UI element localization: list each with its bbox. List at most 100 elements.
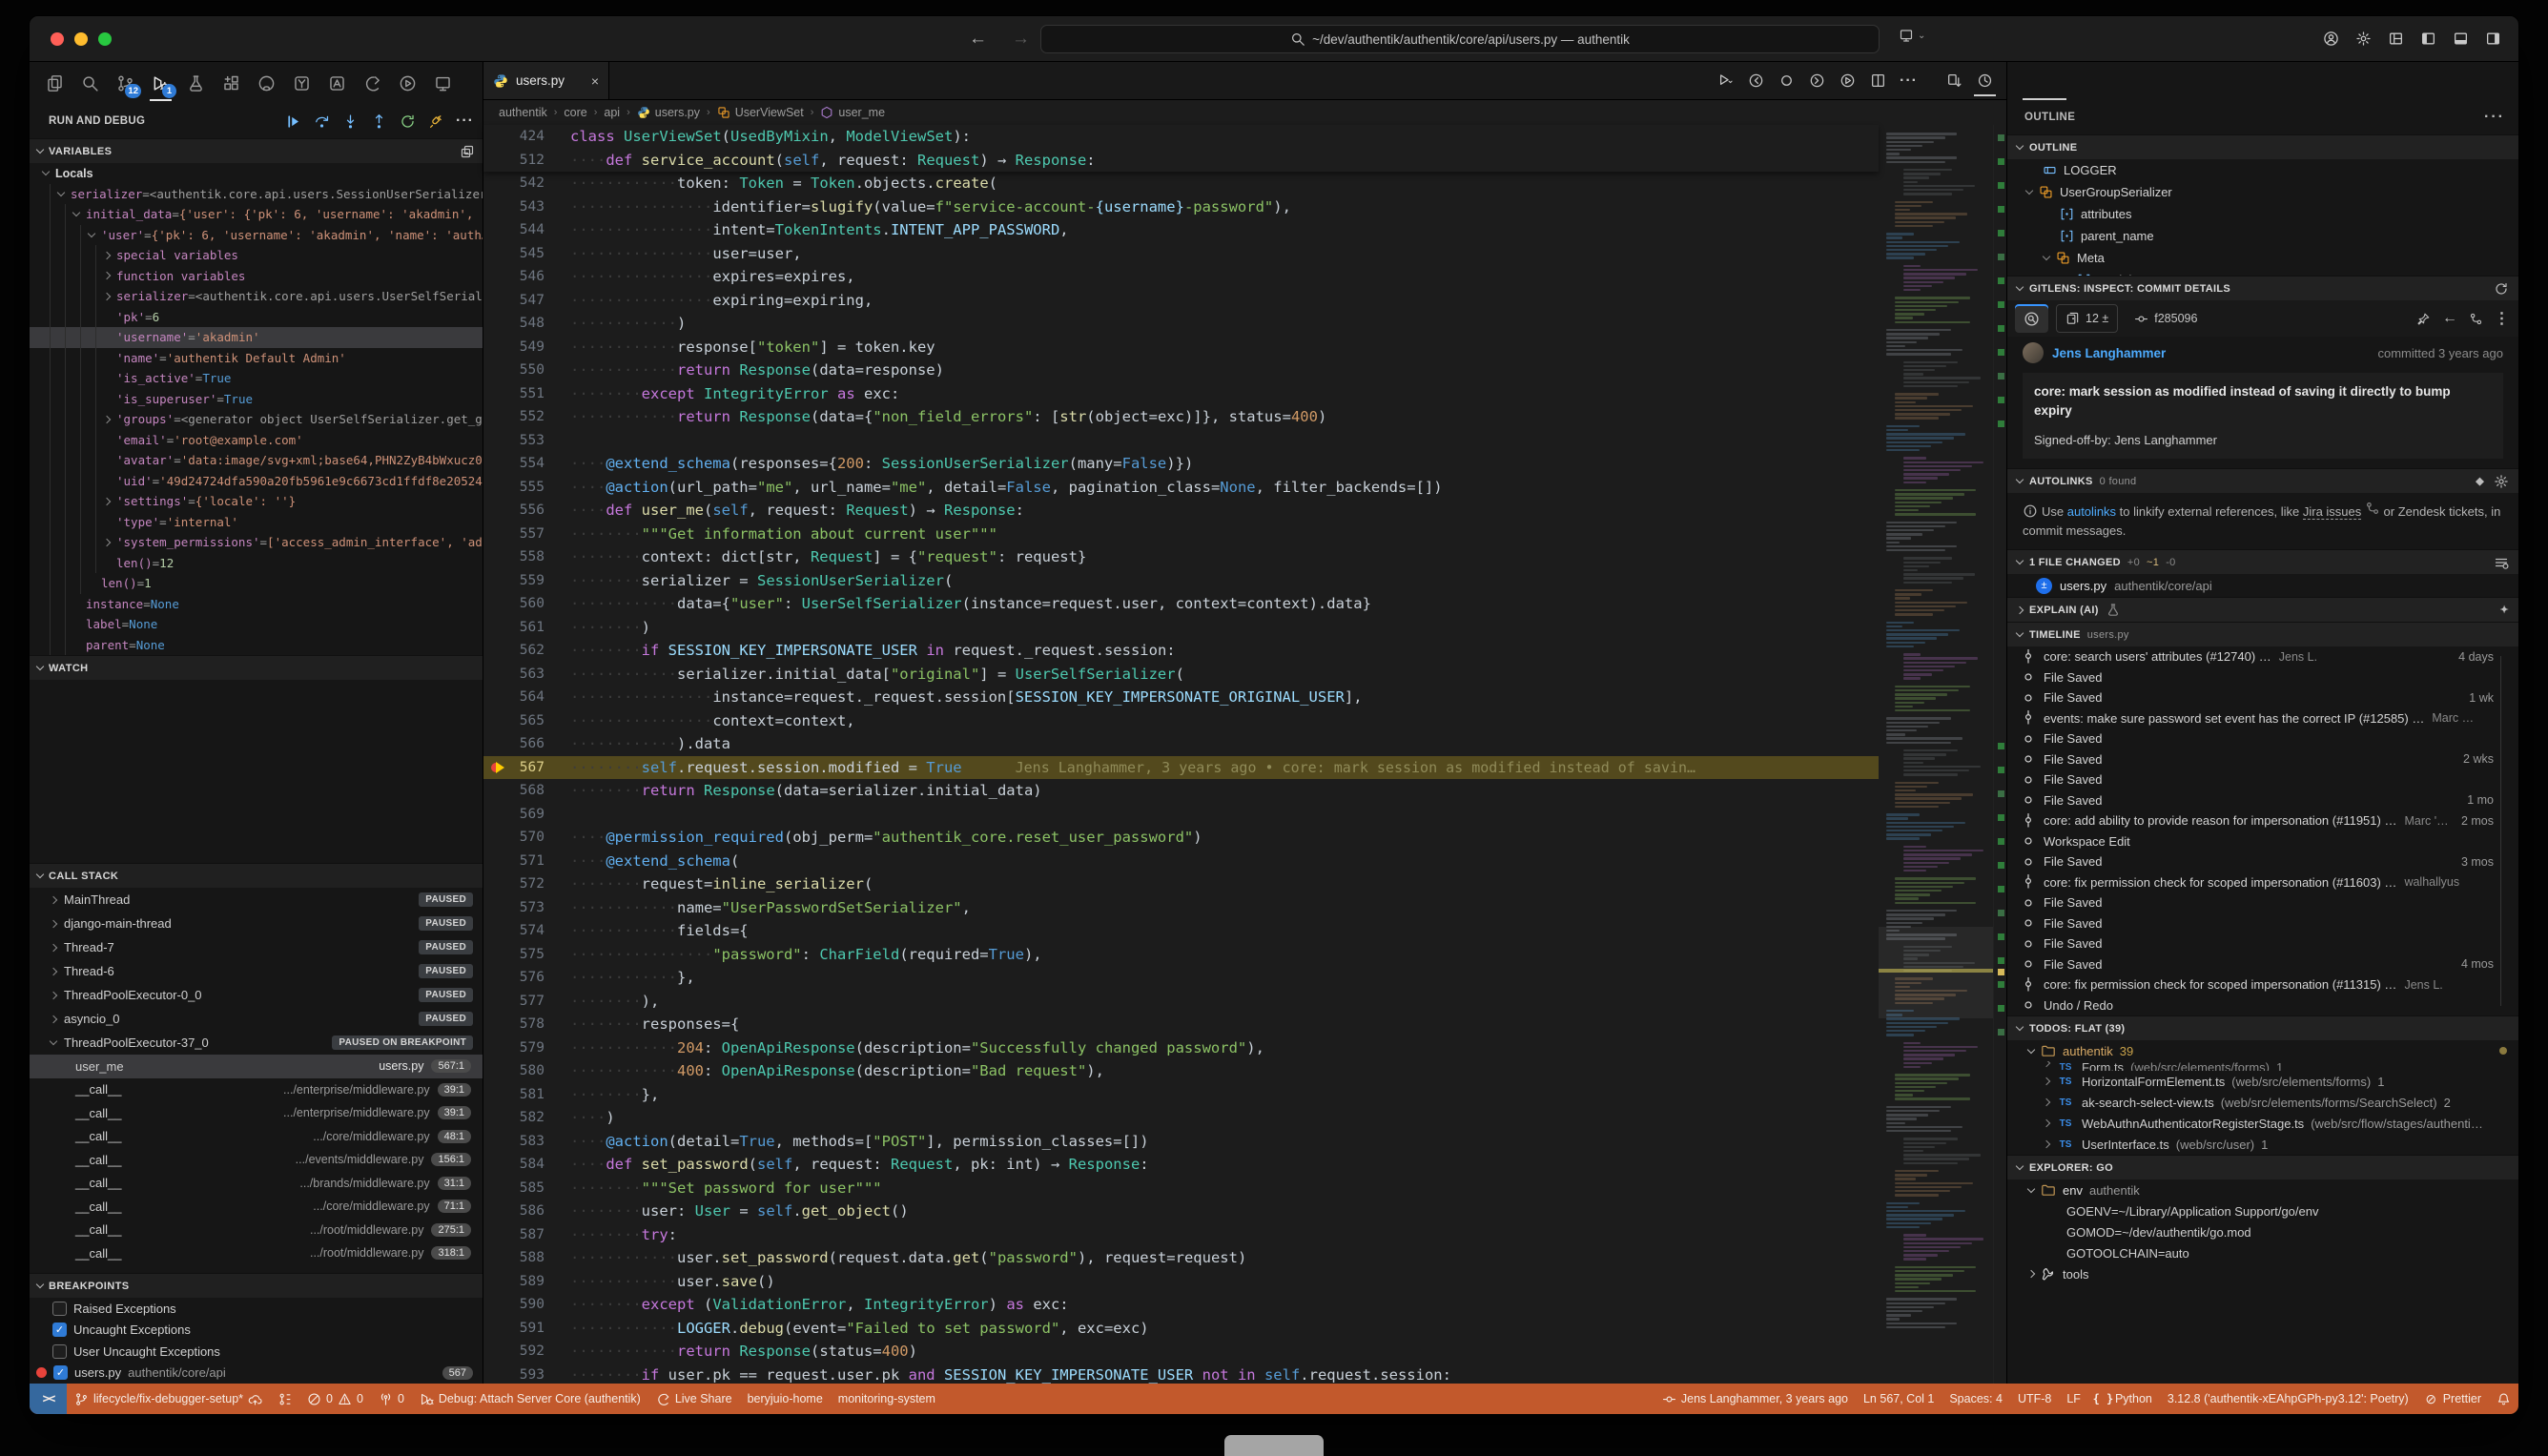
call-stack-section-header[interactable]: CALL STACK: [30, 863, 483, 888]
activity-item-files[interactable]: [37, 64, 72, 102]
variable-row[interactable]: special variables: [30, 245, 483, 266]
activity-item-extensions[interactable]: [214, 64, 249, 102]
code-line-546[interactable]: 546················expires=expires,: [483, 265, 1879, 289]
code-line-578[interactable]: 578········responses={: [483, 1013, 1879, 1036]
debug-step-out-icon[interactable]: [371, 113, 387, 130]
go-env-var[interactable]: GOTOOLCHAIN=auto: [2007, 1242, 2518, 1263]
line-number[interactable]: 578: [483, 1016, 545, 1032]
split-editor-icon[interactable]: [1870, 72, 1886, 89]
timeline-item[interactable]: File Saved1 wk: [2007, 687, 2518, 708]
stack-frame-row[interactable]: __call__.../root/middleware.py275:1: [30, 1219, 483, 1242]
line-number[interactable]: 545: [483, 246, 545, 261]
todo-file-row[interactable]: TSUserInterface.ts(web/src/user)1: [2007, 1134, 2518, 1155]
variable-row[interactable]: 'name' = 'authentik Default Admin': [30, 348, 483, 369]
account-icon[interactable]: [2323, 31, 2339, 47]
line-number[interactable]: 563: [483, 666, 545, 682]
line-number[interactable]: 560: [483, 596, 545, 611]
outline-item-UserGroupSerializer[interactable]: UserGroupSerializer: [2007, 181, 2518, 203]
line-number[interactable]: 424: [483, 129, 545, 144]
code-line-575[interactable]: 575················"password": CharField…: [483, 943, 1879, 967]
line-number[interactable]: 550: [483, 362, 545, 378]
line-number[interactable]: 542: [483, 175, 545, 191]
explorer-go-section-header[interactable]: EXPLORER: GO: [2007, 1155, 2518, 1179]
status-item-lifecycle-fix-debugger-setup[interactable]: lifecycle/fix-debugger-setup*: [67, 1384, 270, 1414]
line-number[interactable]: 558: [483, 549, 545, 564]
todos-section-header[interactable]: TODOS: FLAT (39): [2007, 1015, 2518, 1040]
line-number[interactable]: 591: [483, 1321, 545, 1336]
breadcrumb-item[interactable]: UserViewSet: [717, 106, 804, 119]
timeline-item[interactable]: File Saved2 wks: [2007, 749, 2518, 770]
line-number[interactable]: 571: [483, 853, 545, 869]
timeline-item[interactable]: File Saved: [2007, 892, 2518, 913]
timeline-item[interactable]: core: add ability to provide reason for …: [2007, 810, 2518, 831]
code-line-579[interactable]: 579············204: OpenApiResponse(desc…: [483, 1036, 1879, 1060]
activity-item-github[interactable]: [249, 64, 284, 102]
debug-disconnect-icon[interactable]: [428, 113, 444, 130]
debug-step-into-icon[interactable]: [342, 113, 359, 130]
activity-item-search[interactable]: [72, 64, 108, 102]
code-line-584[interactable]: 584····def set_password(self, request: R…: [483, 1153, 1879, 1177]
timeline-item[interactable]: File Saved: [2007, 667, 2518, 688]
status-item-3-12-8-authentik-xeahpgph-py[interactable]: 3.12.8 ('authentik-xEAhpGPh-py3.12': Poe…: [2160, 1384, 2416, 1414]
variable-row[interactable]: 'uid' = '49d24724dfa590a20fb5961e9c6673c…: [30, 471, 483, 492]
breadcrumb-item[interactable]: api: [604, 106, 620, 119]
line-number[interactable]: 555: [483, 480, 545, 495]
line-number[interactable]: 569: [483, 807, 545, 822]
autolinks-link[interactable]: autolinks: [2067, 504, 2116, 519]
debug-step-over-icon[interactable]: [314, 113, 330, 130]
todo-group-authentik[interactable]: authentik 39: [2007, 1040, 2518, 1061]
line-number[interactable]: 590: [483, 1297, 545, 1312]
timeline-item[interactable]: File Saved4 mos: [2007, 954, 2518, 975]
line-number[interactable]: 543: [483, 199, 545, 215]
status-item-beryjuio-home[interactable]: beryjuio-home: [740, 1384, 831, 1414]
breakpoint-checkbox[interactable]: [52, 1344, 67, 1359]
go-env-row[interactable]: env authentik: [2007, 1179, 2518, 1200]
stack-frame-row[interactable]: __call__.../core/middleware.py48:1: [30, 1125, 483, 1149]
panel-right-icon[interactable]: [2485, 31, 2501, 47]
outline-item-parent_name[interactable]: parent_name: [2007, 225, 2518, 247]
line-number[interactable]: 512: [483, 153, 545, 168]
stack-frame-row[interactable]: __call__.../root/middleware.py318:1: [30, 1241, 483, 1265]
pin-icon[interactable]: [2416, 312, 2431, 326]
variable-row[interactable]: 'is_superuser' = True: [30, 389, 483, 410]
line-number[interactable]: 589: [483, 1274, 545, 1289]
open-changes-icon[interactable]: [1946, 72, 1962, 89]
run-menu-icon[interactable]: [1717, 72, 1734, 89]
go-env-var[interactable]: GOMOD=~/dev/authentik/go.mod: [2007, 1221, 2518, 1242]
nav-forward-icon[interactable]: →: [1012, 29, 1030, 50]
stack-frame-row[interactable]: __call__.../brands/middleware.py31:1: [30, 1172, 483, 1196]
variable-row[interactable]: 'user' = {'pk': 6, 'username': 'akadmin'…: [30, 225, 483, 246]
timeline-item[interactable]: File Saved: [2007, 933, 2518, 954]
todo-file-row[interactable]: TSak-search-select-view.ts(web/src/eleme…: [2007, 1092, 2518, 1113]
code-line-555[interactable]: 555····@action(url_path="me", url_name="…: [483, 476, 1879, 500]
autolink-add-icon[interactable]: ◆: [2476, 475, 2484, 487]
status-item-jens-langhammer-3-years-ago[interactable]: Jens Langhammer, 3 years ago: [1654, 1384, 1856, 1414]
line-number[interactable]: 566: [483, 736, 545, 751]
status-item-lf[interactable]: LF: [2059, 1384, 2088, 1414]
variable-row[interactable]: 'username' = 'akadmin': [30, 327, 483, 348]
refresh-icon[interactable]: [2494, 281, 2509, 297]
code-line-545[interactable]: 545················user=user,: [483, 242, 1879, 266]
code-line-592[interactable]: 592············return Response(status=40…: [483, 1340, 1879, 1364]
variable-row[interactable]: 'system_permissions' = ['access_admin_in…: [30, 532, 483, 553]
code-line-557[interactable]: 557········"""Get information about curr…: [483, 523, 1879, 546]
thread-row[interactable]: MainThreadPAUSED: [30, 888, 483, 912]
status-item-debug-attach-server-core-aut[interactable]: Debug: Attach Server Core (authentik): [412, 1384, 648, 1414]
code-line-593[interactable]: 593········if user.pk == request.user.pk…: [483, 1364, 1879, 1384]
go-tools-row[interactable]: tools: [2007, 1263, 2518, 1284]
stack-frame-row[interactable]: user_meusers.py567:1: [30, 1055, 483, 1078]
stack-frame-row[interactable]: __call__.../enterprise/middleware.py39:1: [30, 1078, 483, 1102]
variable-row[interactable]: Locals: [30, 163, 483, 184]
activity-item-source-control[interactable]: 12: [108, 64, 143, 102]
line-number[interactable]: 576: [483, 970, 545, 985]
stack-frame-row[interactable]: __call__.../enterprise/middleware.py39:1: [30, 1101, 483, 1125]
code-line-573[interactable]: 573············name="UserPasswordSetSeri…: [483, 896, 1879, 920]
variable-row[interactable]: instance = None: [30, 594, 483, 615]
status-item-monitoring-system[interactable]: monitoring-system: [831, 1384, 943, 1414]
activity-item-run-debug[interactable]: 1: [143, 64, 178, 102]
jira-issues-link[interactable]: Jira issues: [2303, 504, 2361, 520]
code-line-552[interactable]: 552············return Response(data={"no…: [483, 405, 1879, 429]
status-item-live-share[interactable]: Live Share: [648, 1384, 740, 1414]
code-line-568[interactable]: 568········return Response(data=serializ…: [483, 779, 1879, 803]
code-line-562[interactable]: 562········if SESSION_KEY_IMPERSONATE_US…: [483, 639, 1879, 663]
